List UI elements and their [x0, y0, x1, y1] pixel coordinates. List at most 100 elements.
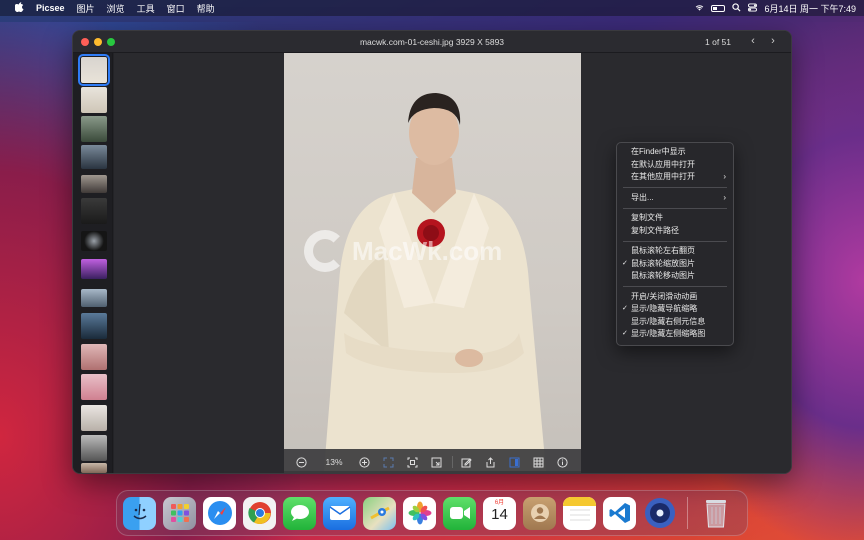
thumbnail-6[interactable] [81, 198, 107, 224]
dock: 6月 14 [116, 490, 748, 536]
music-player-icon[interactable] [643, 497, 676, 530]
launchpad-icon[interactable] [163, 496, 196, 530]
menu-item-wheel-move[interactable]: 鼠标滚轮移动图片 [617, 270, 733, 283]
facetime-icon[interactable] [443, 496, 476, 530]
menu-window[interactable]: 窗口 [167, 2, 185, 15]
actual-size-icon[interactable] [429, 455, 443, 469]
search-icon[interactable] [732, 2, 741, 14]
menu-item-open-other-app[interactable]: 在其他应用中打开 › [617, 171, 733, 184]
trash-icon[interactable] [699, 497, 732, 530]
mail-icon[interactable] [323, 496, 356, 530]
edit-icon[interactable] [459, 455, 473, 469]
menu-help[interactable]: 帮助 [197, 2, 215, 15]
menu-item-wheel-page[interactable]: 鼠标滚轮左右翻页 [617, 245, 733, 258]
context-menu: 在Finder中显示 在默认应用中打开 在其他应用中打开 › 导出... › 复制文… [616, 142, 734, 346]
page-count: 1 of 51 [705, 37, 731, 47]
menu-item-copy-file-path[interactable]: 复制文件路径 [617, 225, 733, 238]
main-photo[interactable]: MacWk.com [284, 53, 581, 471]
menu-item-label: 在默认应用中打开 [631, 159, 695, 169]
zoom-out-icon[interactable] [294, 455, 308, 469]
thumbnail-5[interactable] [81, 175, 107, 193]
submenu-chevron-icon: › [723, 192, 726, 202]
menu-item-toggle-left-thumbnails[interactable]: ✓ 显示/隐藏左侧缩略图 [617, 328, 733, 341]
thumbnail-12[interactable] [81, 374, 107, 400]
photos-icon[interactable] [403, 496, 436, 530]
thumbnail-9[interactable] [81, 289, 107, 307]
chrome-icon[interactable] [243, 496, 276, 530]
menu-item-label: 复制文件 [631, 213, 663, 222]
maps-icon[interactable] [363, 496, 396, 530]
menu-item-label: 鼠标滚轮左右翻页 [631, 246, 695, 255]
menu-separator [623, 286, 727, 287]
vscode-icon[interactable] [603, 496, 636, 530]
close-window-button[interactable] [81, 37, 89, 46]
menu-bar: Picsee 图片 浏览 工具 窗口 帮助 6月14日 周一 下午7:49 [0, 0, 864, 16]
submenu-chevron-icon: › [723, 172, 726, 181]
thumbnail-13[interactable] [81, 405, 107, 431]
messages-icon[interactable] [283, 496, 316, 530]
dock-separator [687, 497, 688, 529]
menu-app-name[interactable]: Picsee [36, 3, 65, 13]
menu-separator [623, 207, 727, 209]
thumbnail-1[interactable] [78, 54, 110, 86]
notes-icon[interactable] [563, 496, 596, 530]
menu-browse[interactable]: 浏览 [107, 2, 125, 15]
share-icon[interactable] [483, 455, 497, 469]
fullscreen-icon[interactable] [381, 455, 395, 469]
menu-item-label: 显示/隐藏右侧元信息 [631, 316, 706, 326]
minimize-window-button[interactable] [94, 37, 102, 46]
checkmark-icon: ✓ [622, 259, 628, 267]
next-image-button[interactable]: › [767, 35, 779, 47]
menu-separator [623, 187, 727, 188]
menu-item-copy-file[interactable]: 复制文件 [617, 212, 733, 225]
calendar-day: 14 [491, 506, 508, 523]
contacts-icon[interactable] [523, 496, 556, 530]
menu-tools[interactable]: 工具 [137, 2, 155, 15]
window-title: macwk.com-01-ceshi.jpg 3929 X 5893 [359, 37, 505, 47]
thumbnail-sidebar[interactable] [73, 53, 113, 473]
thumbnail-3[interactable] [81, 116, 107, 142]
grid-icon[interactable] [531, 455, 545, 469]
control-center-icon[interactable] [748, 2, 758, 14]
menu-item-label: 鼠标滚轮缩放图片 [631, 258, 695, 268]
layout-icon[interactable] [507, 455, 521, 469]
checkmark-icon: ✓ [622, 305, 628, 312]
info-icon[interactable] [555, 455, 569, 469]
watermark-logo-icon [304, 230, 346, 272]
battery-icon[interactable] [711, 4, 726, 12]
title-bar: macwk.com-01-ceshi.jpg 3929 X 5893 1 of … [73, 31, 791, 53]
menu-item-export[interactable]: 导出... › [617, 192, 733, 205]
menu-item-label: 复制文件路径 [631, 225, 679, 235]
zoom-in-icon[interactable] [357, 455, 371, 469]
thumbnail-14[interactable] [81, 435, 107, 461]
apple-menu-icon[interactable] [12, 1, 26, 15]
thumbnail-11[interactable] [81, 344, 107, 370]
menu-item-toggle-right-metadata[interactable]: 显示/隐藏右侧元信息 [617, 316, 733, 329]
zoom-level[interactable]: 13% [319, 457, 349, 467]
watermark-text: MacWk.com [352, 235, 503, 266]
thumbnail-4[interactable] [81, 145, 107, 169]
menu-item-label: 显示/隐藏左侧缩略图 [631, 329, 706, 338]
thumbnail-15[interactable] [81, 463, 107, 473]
safari-icon[interactable] [203, 496, 236, 530]
menu-item-open-default-app[interactable]: 在默认应用中打开 [617, 159, 733, 172]
menu-item-show-in-finder[interactable]: 在Finder中显示 [617, 146, 733, 159]
fit-to-window-icon[interactable] [405, 455, 419, 469]
menu-separator [623, 240, 727, 242]
thumbnail-10[interactable] [81, 313, 107, 339]
zoom-window-button[interactable] [107, 37, 115, 46]
finder-icon[interactable] [123, 496, 156, 530]
menu-item-toggle-nav-thumbnail[interactable]: ✓ 显示/隐藏导航缩略 [617, 303, 733, 316]
viewer-toolbar: 13% [284, 449, 581, 473]
menu-images[interactable]: 图片 [77, 2, 95, 15]
menu-item-wheel-zoom[interactable]: ✓ 鼠标滚轮缩放图片 [617, 258, 733, 271]
thumbnail-7[interactable] [81, 231, 107, 251]
menubar-clock[interactable]: 6月14日 周一 下午7:49 [764, 2, 856, 15]
thumbnail-8[interactable] [81, 259, 107, 279]
menu-item-toggle-animation[interactable]: 开启/关闭滑动动画 [617, 291, 733, 304]
watermark: MacWk.com [304, 221, 544, 281]
calendar-icon[interactable]: 6月 14 [483, 496, 516, 530]
previous-image-button[interactable]: ‹ [747, 35, 759, 47]
thumbnail-2[interactable] [81, 87, 107, 113]
wifi-icon[interactable] [695, 3, 704, 14]
